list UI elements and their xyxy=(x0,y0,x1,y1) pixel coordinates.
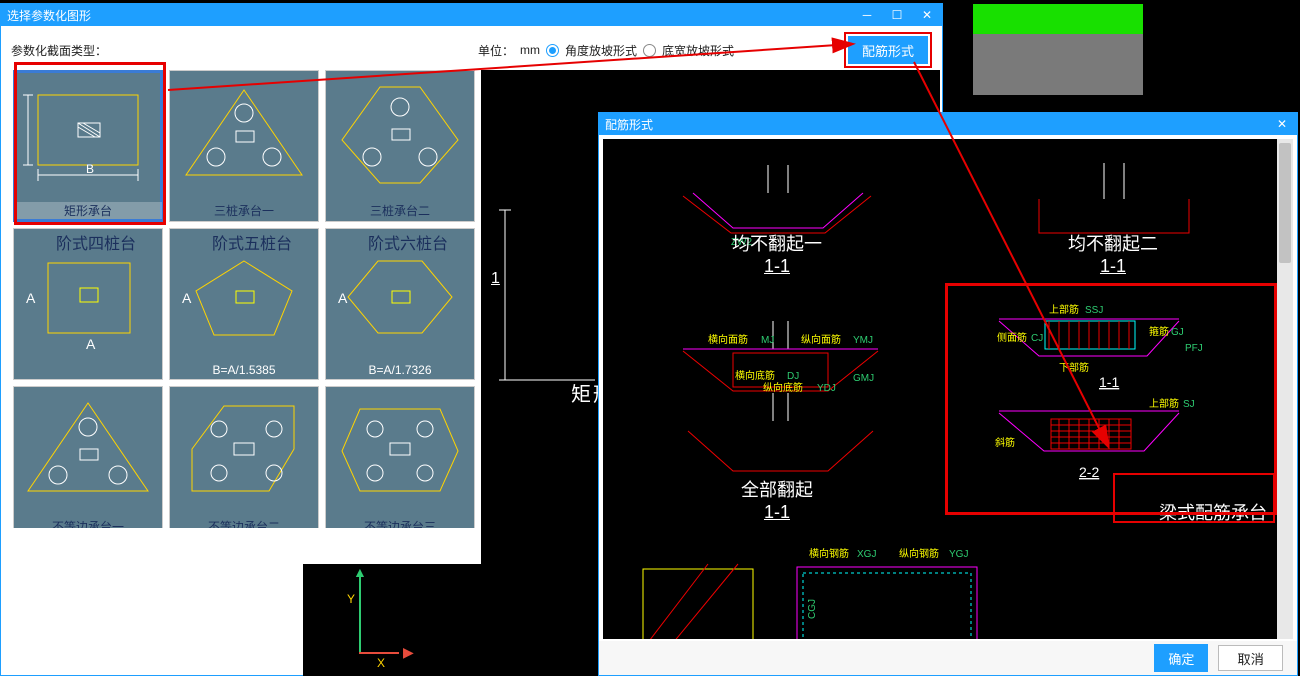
main-title: 选择参数化图形 xyxy=(7,7,91,24)
radio-bottom[interactable] xyxy=(643,44,656,57)
patch-green xyxy=(973,4,1143,34)
cell-cap: 全部翻起 xyxy=(741,480,813,500)
svg-text:横向面筋: 横向面筋 xyxy=(708,333,748,346)
thumb-caption: B=A/1.7326 xyxy=(326,363,474,377)
svg-text:MJ: MJ xyxy=(761,335,774,346)
rebar-button-highlight: 配筋形式 xyxy=(844,32,932,68)
svg-text:横向钢筋: 横向钢筋 xyxy=(809,547,849,560)
rebar-style-button[interactable]: 配筋形式 xyxy=(848,36,928,64)
radio-angle-label: 角度放坡形式 xyxy=(565,42,637,59)
rebar-titlebar[interactable]: 配筋形式 ✕ xyxy=(599,113,1297,135)
rebar-scrollbar[interactable] xyxy=(1277,139,1293,639)
svg-text:YDJ: YDJ xyxy=(817,383,836,394)
thumb-threepile-2[interactable]: 三桩承台二 xyxy=(325,70,475,222)
maximize-button[interactable]: ☐ xyxy=(882,4,912,26)
thumb-caption: 三桩承台二 xyxy=(326,202,474,219)
thumb-step6[interactable]: 阶式六桩台 A B=A/1.7326 xyxy=(325,228,475,380)
svg-text:GMJ: GMJ xyxy=(853,373,874,384)
thumb-caption: 三桩承台一 xyxy=(170,202,318,219)
cell-cap2: 1-1 xyxy=(949,256,1277,277)
svg-text:A: A xyxy=(86,336,96,352)
axis-x-label: X xyxy=(377,656,385,670)
cell-no-flip-2[interactable]: 均不翻起二 1-1 xyxy=(949,143,1277,283)
thumb-unequal-3[interactable]: 不等边承台三 xyxy=(325,386,475,528)
thumb-step4[interactable]: 阶式四桩台 A A xyxy=(13,228,163,380)
svg-text:纵向钢筋: 纵向钢筋 xyxy=(899,547,939,560)
rebar-footer: 确定 取消 xyxy=(599,641,1297,675)
svg-text:阶式六桩台: 阶式六桩台 xyxy=(368,235,448,253)
svg-text:A: A xyxy=(338,290,348,306)
svg-text:CGJ: CGJ xyxy=(807,599,818,619)
radio-bottom-label: 底宽放坡形式 xyxy=(662,42,734,59)
thumb-unequal-1[interactable]: 不等边承台一 xyxy=(13,386,163,528)
svg-text:阶式四桩台: 阶式四桩台 xyxy=(56,235,136,253)
main-titlebar[interactable]: 选择参数化图形 ─ ☐ ✕ xyxy=(1,4,942,26)
cell-cap2: 1-1 xyxy=(613,256,941,277)
svg-text:纵向面筋: 纵向面筋 xyxy=(801,333,841,346)
highlight-first-thumb xyxy=(14,62,166,225)
thumb-caption: 不等边承台二 xyxy=(170,518,318,528)
rebar-style-dialog: 配筋形式 ✕ ZW2 均不翻起一 1-1 均不翻起二 xyxy=(598,112,1298,676)
thumb-step5[interactable]: 阶式五桩台 A B=A/1.5385 xyxy=(169,228,319,380)
ok-button[interactable]: 确定 xyxy=(1154,644,1208,672)
cell-cap2: 1-1 xyxy=(613,502,941,523)
cell-all-flip[interactable]: 横向面筋 MJ 纵向面筋 YMJ 横向底筋 DJ 纵向底筋 YDJ GMJ 全部翻起 1… xyxy=(613,291,941,531)
cell-bottom-right[interactable]: 横向钢筋 XGJ 纵向钢筋 YGJ CGJ xyxy=(779,539,1277,639)
thumb-threepile-1[interactable]: 三桩承台一 xyxy=(169,70,319,222)
svg-text:XGJ: XGJ xyxy=(857,549,876,560)
section-type-label: 参数化截面类型： xyxy=(11,42,107,59)
cell-cap: 均不翻起一 xyxy=(732,234,822,254)
thumb-caption: B=A/1.5385 xyxy=(170,363,318,377)
desktop-patch xyxy=(954,0,1144,96)
patch-gray xyxy=(973,34,1143,95)
axis-y-label: Y xyxy=(347,592,355,606)
thumb-unequal-2[interactable]: 不等边承台二 xyxy=(169,386,319,528)
cell-no-flip-1[interactable]: ZW2 均不翻起一 1-1 xyxy=(613,143,941,283)
thumb-caption: 不等边承台三 xyxy=(326,518,474,528)
y-arrowhead-icon: ▲ xyxy=(353,564,367,580)
rebar-close-button[interactable]: ✕ xyxy=(1267,113,1297,135)
close-button[interactable]: ✕ xyxy=(912,4,942,26)
cell-cap: 均不翻起二 xyxy=(1068,234,1158,254)
highlight-beam-caption xyxy=(1113,473,1275,523)
scrollbar-thumb[interactable] xyxy=(1279,143,1291,263)
svg-text:YMJ: YMJ xyxy=(853,335,873,346)
x-arrowhead-icon: ▶ xyxy=(403,644,414,661)
unit-value: mm xyxy=(520,43,540,57)
radio-angle[interactable] xyxy=(546,44,559,57)
thumb-caption: 不等边承台一 xyxy=(14,518,162,528)
svg-text:A: A xyxy=(182,290,192,306)
cancel-button[interactable]: 取消 xyxy=(1218,645,1283,671)
svg-text:DJ: DJ xyxy=(787,371,799,382)
svg-text:A: A xyxy=(26,290,36,306)
svg-text:横向底筋: 横向底筋 xyxy=(735,369,775,382)
svg-text:YGJ: YGJ xyxy=(949,549,968,560)
svg-text:纵向底筋: 纵向底筋 xyxy=(763,381,803,394)
svg-text:阶式五桩台: 阶式五桩台 xyxy=(212,235,292,253)
rebar-title: 配筋形式 xyxy=(605,116,653,133)
minimize-button[interactable]: ─ xyxy=(852,4,882,26)
unit-prefix: 单位： xyxy=(478,42,514,59)
